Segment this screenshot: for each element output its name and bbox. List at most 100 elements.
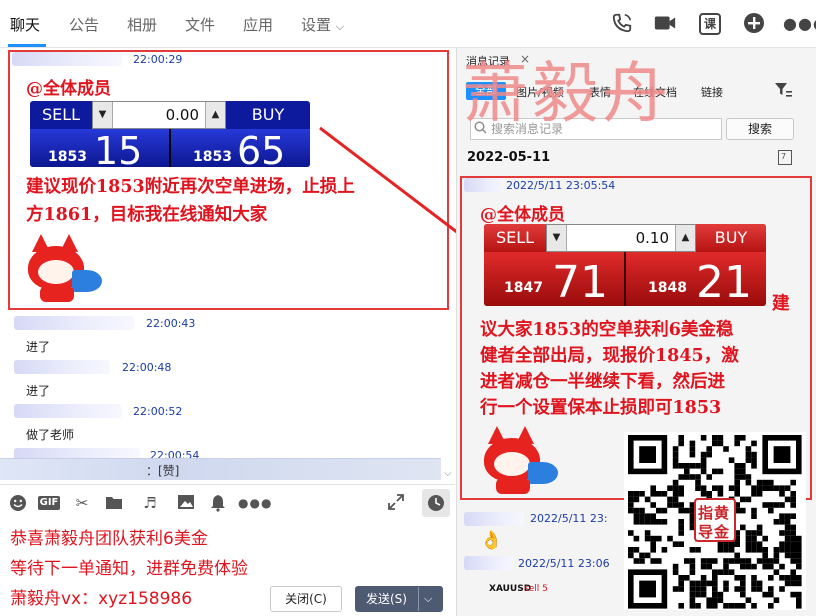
qr-module bbox=[656, 535, 662, 542]
chevron-down-icon[interactable]: ⌵ bbox=[424, 587, 432, 611]
tab-album[interactable]: 相册 bbox=[127, 14, 157, 35]
bell-icon[interactable] bbox=[208, 494, 228, 516]
emoji-icon[interactable] bbox=[8, 494, 28, 516]
reaction-bar[interactable]: ：[赞] bbox=[0, 458, 441, 480]
qr-module bbox=[650, 541, 656, 547]
scroll-down-icon[interactable]: ⌵ bbox=[444, 468, 452, 479]
qr-module bbox=[773, 569, 780, 575]
qr-module bbox=[689, 558, 696, 564]
more-icon[interactable]: ●●● bbox=[238, 496, 271, 510]
qr-module bbox=[700, 491, 707, 497]
history-clock-icon[interactable] bbox=[422, 489, 450, 517]
filter-icon[interactable] bbox=[774, 82, 792, 102]
qr-module bbox=[784, 524, 791, 531]
fox-sticker bbox=[482, 424, 564, 496]
qr-module bbox=[633, 507, 640, 514]
qr-module bbox=[740, 524, 746, 531]
history-message-time: 2022/5/11 23:05:54 bbox=[506, 179, 616, 192]
qr-module bbox=[672, 569, 679, 575]
scissors-icon[interactable]: ✂ bbox=[72, 494, 92, 512]
qr-module bbox=[756, 485, 763, 491]
qr-module bbox=[773, 485, 780, 491]
qr-module bbox=[639, 513, 645, 519]
folder-icon[interactable] bbox=[104, 494, 124, 514]
sell-price-cell: 1847 71 bbox=[484, 252, 626, 306]
ticker-side: sell 5 bbox=[524, 584, 548, 594]
seal-line2: 导金 bbox=[698, 523, 731, 541]
close-button[interactable]: 关闭(C) bbox=[270, 586, 342, 612]
qr-module bbox=[656, 519, 662, 525]
qr-module bbox=[672, 479, 679, 486]
qr-module bbox=[734, 603, 740, 609]
qr-module bbox=[706, 597, 712, 603]
qr-module bbox=[700, 558, 707, 564]
tab-files[interactable]: 文件 bbox=[185, 14, 215, 35]
qr-module bbox=[796, 597, 802, 603]
qr-module bbox=[745, 474, 752, 480]
qr-module bbox=[796, 558, 802, 564]
qr-module bbox=[762, 563, 768, 570]
qr-module bbox=[633, 513, 640, 519]
qr-module bbox=[734, 474, 740, 480]
video-icon[interactable] bbox=[653, 12, 677, 36]
buy-price-prefix: 1848 bbox=[648, 280, 687, 296]
qr-module bbox=[717, 440, 724, 447]
qr-module bbox=[790, 580, 796, 587]
qr-module bbox=[784, 530, 791, 536]
qr-module bbox=[712, 485, 718, 491]
qr-module bbox=[790, 524, 796, 531]
qr-module bbox=[678, 491, 684, 497]
qr-module bbox=[695, 591, 701, 598]
qr-module bbox=[650, 502, 656, 508]
tab-apps[interactable]: 应用 bbox=[243, 14, 273, 35]
qr-module bbox=[779, 586, 785, 592]
qr-module bbox=[712, 569, 718, 575]
qr-module bbox=[762, 502, 768, 508]
image-icon[interactable] bbox=[176, 494, 196, 514]
qr-module bbox=[779, 491, 785, 497]
fox-body bbox=[40, 286, 74, 302]
qr-module bbox=[796, 580, 802, 587]
qr-module bbox=[633, 535, 640, 542]
qr-module bbox=[639, 552, 645, 559]
qr-module bbox=[684, 507, 690, 514]
qr-module bbox=[695, 474, 701, 480]
history-search-button[interactable]: 搜索 bbox=[726, 118, 794, 140]
qr-module bbox=[628, 502, 634, 508]
more-icon[interactable]: ●●● bbox=[783, 12, 816, 36]
qr-module bbox=[790, 558, 796, 564]
qr-module bbox=[695, 479, 701, 486]
qr-module bbox=[790, 552, 796, 559]
qr-module bbox=[712, 603, 718, 609]
add-icon[interactable] bbox=[742, 12, 766, 36]
music-icon[interactable]: ♬ bbox=[140, 494, 160, 512]
qr-module bbox=[796, 547, 802, 553]
course-icon[interactable]: 课 bbox=[699, 13, 721, 35]
qr-module bbox=[678, 586, 684, 592]
qr-module bbox=[678, 507, 684, 514]
qr-module bbox=[689, 586, 696, 592]
send-button[interactable]: 发送(S) ⌵ bbox=[355, 586, 443, 612]
qr-module bbox=[639, 519, 645, 525]
qr-module bbox=[751, 485, 757, 491]
caret-up-icon: ▲ bbox=[675, 225, 695, 251]
qr-module bbox=[751, 463, 757, 469]
qr-module bbox=[779, 530, 785, 536]
qr-module bbox=[734, 491, 740, 497]
qr-module bbox=[678, 435, 684, 441]
history-tab-links[interactable]: 链接 bbox=[701, 84, 723, 100]
calendar-icon[interactable]: 7 bbox=[778, 150, 792, 165]
tab-announcement[interactable]: 公告 bbox=[69, 14, 99, 35]
lot-value: 0.10 bbox=[567, 225, 675, 251]
qr-module bbox=[678, 440, 684, 447]
tab-chat[interactable]: 聊天 bbox=[10, 14, 40, 35]
phone-icon[interactable] bbox=[610, 12, 634, 36]
sell-label: SELL bbox=[484, 224, 546, 252]
expand-icon[interactable] bbox=[386, 494, 406, 514]
qr-module bbox=[751, 547, 757, 553]
tab-settings[interactable]: 设置 ⌵ bbox=[301, 14, 344, 35]
gif-icon[interactable]: GIF bbox=[38, 496, 60, 510]
qr-module bbox=[672, 463, 679, 469]
qr-module bbox=[633, 558, 640, 564]
qr-module bbox=[745, 535, 752, 542]
